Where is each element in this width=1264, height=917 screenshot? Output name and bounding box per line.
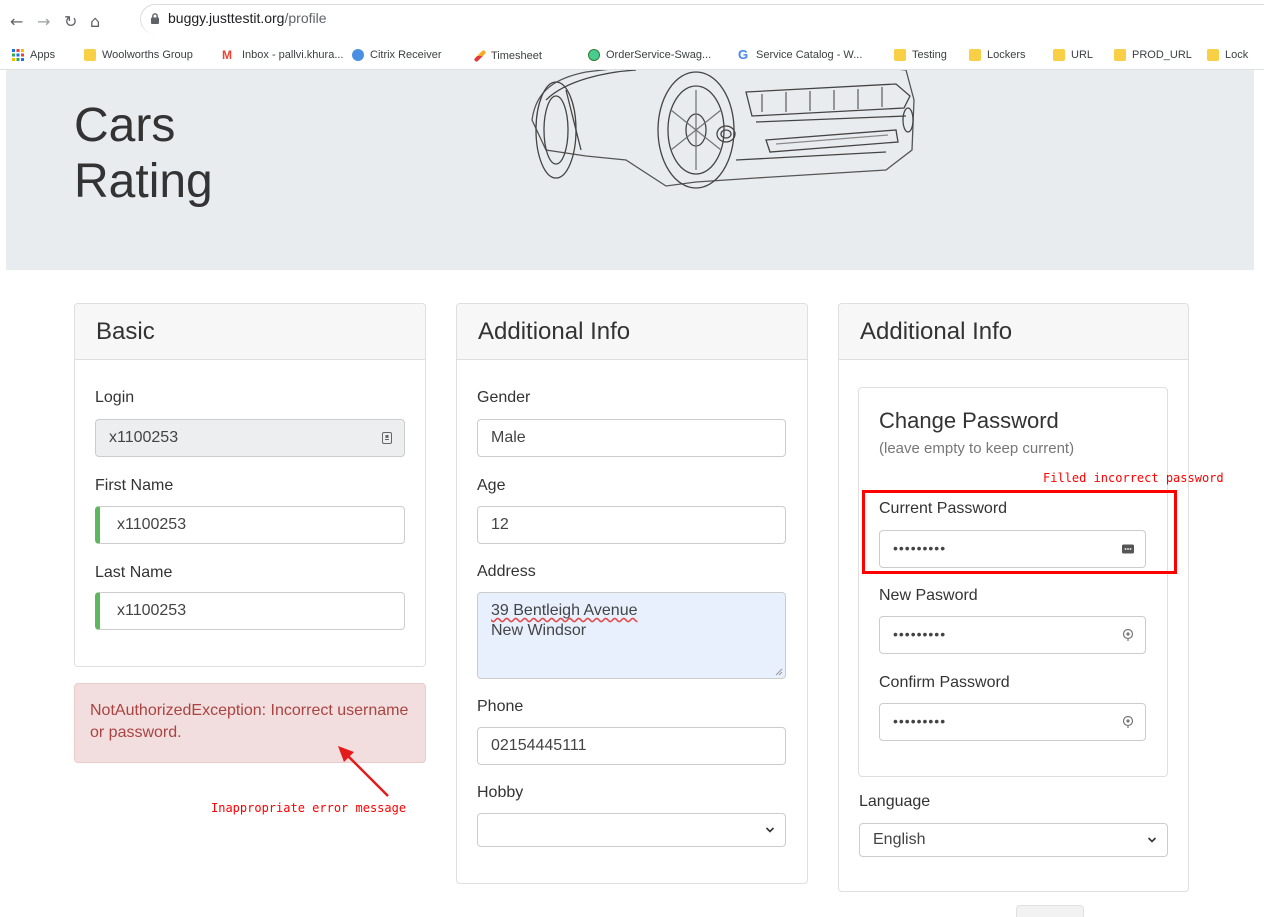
bookmark-inbox[interactable]: M Inbox - pallvi.khura... xyxy=(222,49,344,61)
first-name-value: x1100253 xyxy=(117,516,187,533)
address-line-1: 39 Bentleigh Avenue xyxy=(491,602,638,619)
phone-value: 02154445111 xyxy=(491,737,587,754)
first-name-input[interactable]: x1100253 xyxy=(95,506,405,544)
gender-input[interactable]: Male xyxy=(477,419,786,457)
bookmark-orderservice[interactable]: OrderService-Swag... xyxy=(588,49,711,61)
google-icon: G xyxy=(738,47,749,62)
language-label: Language xyxy=(859,793,931,810)
title-line-2: Rating xyxy=(74,155,213,208)
annotation-highlight-box xyxy=(862,490,1177,574)
first-name-label: First Name xyxy=(95,477,174,494)
chevron-down-icon xyxy=(1147,837,1157,843)
annotation-arrow-icon xyxy=(338,746,389,797)
site-title[interactable]: Cars Rating xyxy=(74,70,213,210)
age-value: 12 xyxy=(491,516,509,533)
error-message: NotAuthorizedException: Incorrect userna… xyxy=(90,702,409,741)
reload-icon[interactable]: ↻ xyxy=(64,13,77,31)
gmail-icon: M xyxy=(222,48,232,62)
annotation-incorrect-password: Filled incorrect password xyxy=(1043,471,1224,485)
folder-icon xyxy=(1114,49,1126,61)
language-select[interactable]: English xyxy=(859,823,1168,857)
login-label: Login xyxy=(95,389,135,406)
citrix-icon xyxy=(352,49,364,61)
lock-icon xyxy=(151,13,159,24)
age-input[interactable]: 12 xyxy=(477,506,786,544)
password-card-header: Additional Info xyxy=(839,304,1188,360)
basic-card-header: Basic xyxy=(75,304,425,360)
confirm-password-value: ••••••••• xyxy=(893,713,947,729)
address-text[interactable]: buggy.justtestit.org/profile xyxy=(150,10,327,26)
gender-label: Gender xyxy=(477,389,531,406)
swagger-icon xyxy=(588,49,600,61)
save-button[interactable] xyxy=(1016,905,1084,917)
last-name-value: x1100253 xyxy=(117,602,187,619)
folder-icon xyxy=(1053,49,1065,61)
folder-icon xyxy=(84,49,96,61)
hobby-select[interactable] xyxy=(477,813,786,847)
annotation-error-message: Inappropriate error message xyxy=(211,801,407,815)
new-password-value: ••••••••• xyxy=(893,626,947,642)
title-line-1: Cars xyxy=(74,99,176,152)
login-field: x1100253 xyxy=(95,419,405,457)
bookmark-testing[interactable]: Testing xyxy=(894,49,947,61)
folder-icon xyxy=(1207,49,1219,61)
bookmark-url[interactable]: URL xyxy=(1053,49,1093,61)
resize-handle-icon[interactable] xyxy=(775,668,783,676)
password-manager-icon[interactable] xyxy=(380,431,394,445)
car-illustration xyxy=(531,70,915,189)
gender-value: Male xyxy=(491,429,526,446)
back-icon[interactable]: ← xyxy=(10,13,23,31)
forward-icon[interactable]: → xyxy=(37,13,50,31)
bookmarks-bar: Apps Woolworths Group M Inbox - pallvi.kh… xyxy=(0,44,1264,68)
phone-input[interactable]: 02154445111 xyxy=(477,727,786,765)
url-host: buggy.justtestit.org xyxy=(168,10,285,26)
new-password-label: New Pasword xyxy=(879,587,978,604)
hero-banner: Cars Rating xyxy=(6,70,1254,270)
folder-icon xyxy=(894,49,906,61)
bookmark-timesheet[interactable]: Timesheet xyxy=(473,49,542,63)
last-name-label: Last Name xyxy=(95,564,173,581)
last-name-input[interactable]: x1100253 xyxy=(95,592,405,630)
home-icon[interactable]: ⌂ xyxy=(90,13,100,31)
hobby-label: Hobby xyxy=(477,784,524,801)
address-textarea[interactable]: 39 Bentleigh Avenue New Windsor xyxy=(477,592,786,679)
additional-info-header: Additional Info xyxy=(457,304,807,360)
bookmark-lockers[interactable]: Lockers xyxy=(969,49,1026,61)
address-line-2: New Windsor xyxy=(491,622,587,639)
login-value: x1100253 xyxy=(109,429,179,446)
bookmark-citrix[interactable]: Citrix Receiver xyxy=(352,49,442,61)
folder-icon xyxy=(969,49,981,61)
confirm-password-label: Confirm Password xyxy=(879,674,1010,691)
language-value: English xyxy=(873,831,926,848)
new-password-input[interactable]: ••••••••• xyxy=(879,616,1146,654)
key-icon[interactable] xyxy=(1121,715,1135,729)
change-password-title: Change Password xyxy=(879,408,1059,433)
title-line-hidden xyxy=(74,70,213,98)
bookmark-woolworths[interactable]: Woolworths Group xyxy=(84,49,193,61)
key-icon[interactable] xyxy=(1121,628,1135,642)
pencil-icon xyxy=(473,49,487,63)
bookmark-service-catalog[interactable]: G Service Catalog - W... xyxy=(738,47,862,62)
age-label: Age xyxy=(477,477,506,494)
confirm-password-input[interactable]: ••••••••• xyxy=(879,703,1146,741)
url-path: /profile xyxy=(284,10,327,26)
change-password-subtitle: (leave empty to keep current) xyxy=(879,440,1075,457)
bookmark-prod-url[interactable]: PROD_URL xyxy=(1114,49,1192,61)
chevron-down-icon xyxy=(765,827,775,833)
address-label: Address xyxy=(477,563,536,580)
apps-grid-icon xyxy=(12,49,24,61)
bookmark-apps[interactable]: Apps xyxy=(12,49,55,61)
bookmark-lock[interactable]: Lock xyxy=(1207,49,1248,61)
phone-label: Phone xyxy=(477,698,524,715)
browser-toolbar: ← → ↻ ⌂ buggy.justtestit.org/profile App… xyxy=(0,0,1264,70)
